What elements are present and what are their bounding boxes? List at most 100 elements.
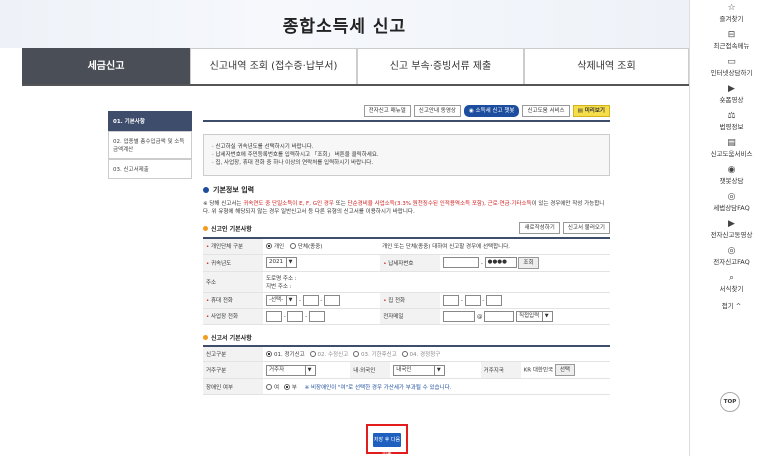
mobile-label: • 휴대 전화 [203, 292, 263, 309]
home-mid-input[interactable] [464, 294, 481, 306]
quick-item-label: 숏폼영상 [719, 96, 744, 104]
taxno-back-input[interactable]: ●●●● [484, 257, 517, 268]
type-note: 개인 또는 단체(종중) 대하여 신고할 경우에 선택합니다. [382, 244, 511, 251]
step-basic[interactable]: 01. 기본사항 [108, 111, 192, 131]
quick-item[interactable]: ☆ 즐겨찾기 [690, 0, 773, 27]
quick-item[interactable]: ▶ 숏폼영상 [690, 81, 773, 108]
biz-mid-input[interactable] [287, 310, 304, 322]
nation-select[interactable]: 내국인 ▼ [393, 364, 446, 376]
email-domain-select[interactable]: 직접입력 ▼ [515, 310, 554, 322]
chatbot-label: 소득세 신고 챗봇 [475, 108, 515, 114]
preview-label: 미리보기 [584, 108, 605, 114]
manual-button[interactable]: 전자신고 매뉴얼 [363, 105, 411, 117]
quick-item-label: 신고도움서비스 [710, 150, 753, 158]
type-label: • 개인단체 구분 [203, 238, 263, 255]
header-banner: 종합소득세 신고 [0, 0, 689, 48]
top-button[interactable]: TOP [720, 392, 740, 412]
chevron-down-icon: ▼ [305, 365, 313, 375]
filer-heading-label: 신고인 기본사항 [211, 225, 252, 233]
step-submit[interactable]: 03. 신고서제출 [108, 159, 192, 179]
kind-opt-label: 02. 수정신고 [317, 351, 349, 358]
guide-video-button[interactable]: 신고안내 동영상 [413, 105, 461, 117]
step-income[interactable]: 02. 업종별 총수입금액 및 소득금액계산 [108, 131, 192, 159]
radio-kind-amend[interactable] [309, 350, 316, 357]
filer-heading-row: 신고인 기본사항 새로작성하기 신고서 불러오기 [203, 222, 610, 234]
taxno-front-input[interactable] [443, 257, 480, 268]
quick-item[interactable]: ⌕ 서식찾기 [690, 270, 773, 297]
warn-red2: 단순경비율 사업소득(3.3% 원천징수된 인적용역소득 포함), 근로·연금·… [347, 201, 532, 207]
preview-button[interactable]: ▤ 미리보기 [572, 105, 610, 117]
biz-area-input[interactable] [266, 310, 282, 322]
quick-item[interactable]: ⊟ 최근접속메뉴 [690, 27, 773, 54]
chevron-down-icon: ▼ [434, 365, 442, 375]
email-label: 전자메일 [380, 308, 441, 325]
quick-item-label: 전자신고동영상 [710, 231, 753, 239]
warning-text: ※ 당해 신고서는 귀속연도 중 단일소득이 E, F, G인 경우 또는 단순… [203, 200, 610, 216]
main-tabs: 세금신고 신고내역 조회 (접수증·납부서) 신고 부속·증빙서류 제출 삭제내… [22, 48, 689, 86]
home-phone-cell: - - [440, 292, 610, 309]
tab-filing-history[interactable]: 신고내역 조회 (접수증·납부서) [190, 48, 357, 84]
chevron-down-icon: ▼ [286, 258, 294, 267]
chevron-down-icon: ▼ [286, 295, 294, 305]
disabled-hint: ※ 비장애인이 "여"로 선택한 경우 가산세가 부과될 수 있습니다. [304, 384, 452, 391]
chevron-down-icon: ▼ [542, 311, 550, 321]
notice-line: · 집, 사업장, 휴대 전화 중 하나 이상의 연락처를 입력하시기 바랍니다… [212, 160, 374, 166]
radio-kind-correction[interactable] [401, 350, 408, 357]
quick-item[interactable]: ▶ 전자신고동영상 [690, 216, 773, 243]
section-basic-label: 기본정보 입력 [213, 186, 255, 194]
quick-item[interactable]: 접기 ^ [690, 297, 773, 324]
radio-group[interactable] [289, 243, 296, 250]
tab-tax-filing[interactable]: 세금신고 [22, 48, 190, 84]
email-id-input[interactable] [443, 310, 476, 322]
radio-group-label: 단체(종중) [297, 244, 323, 251]
quick-item[interactable]: ⚖ 법령정보 [690, 108, 773, 135]
quick-item[interactable]: ◉ 챗봇상담 [690, 162, 773, 189]
quick-item-label: 세법상담FAQ [713, 204, 750, 212]
home-area-input[interactable] [443, 294, 460, 306]
faq2-icon: ◎ [727, 246, 736, 256]
page-root: 종합소득세 신고 세금신고 신고내역 조회 (접수증·납부서) 신고 부속·증빙… [0, 0, 773, 456]
law-icon: ⚖ [727, 111, 736, 121]
email-domain-input[interactable] [484, 310, 515, 322]
new-write-button[interactable]: 새로작성하기 [519, 222, 560, 234]
bullet-icon [203, 225, 208, 231]
quick-item-label: 법령정보 [719, 123, 744, 131]
help-service-button[interactable]: 신고도움 서비스 [522, 105, 570, 117]
bullet-icon [203, 334, 208, 340]
quick-item[interactable]: ▭ 인터넷상담하기 [690, 54, 773, 81]
quick-item-label: 챗봇상담 [719, 177, 744, 185]
tab-attachments[interactable]: 신고 부속·증빙서류 제출 [357, 48, 524, 84]
address-road: 도로명 주소 : [266, 275, 297, 282]
notice-line: · 납세자번호에 주민등록번호를 입력하시고 「조회」 버튼을 클릭하세요. [212, 152, 379, 158]
mobile-mid-input[interactable] [302, 294, 319, 306]
radio-disabled-yes[interactable] [266, 383, 272, 390]
mobile-cell: -선택- ▼ - - [263, 292, 381, 309]
resident-select[interactable]: 거주자 ▼ [266, 364, 316, 376]
tab-deleted-history[interactable]: 삭제내역 조회 [524, 48, 689, 84]
video2-icon: ▶ [728, 219, 735, 229]
save-next-button[interactable]: 저장 후 다음이동 [373, 433, 401, 456]
radio-disabled-no[interactable] [283, 383, 290, 390]
quick-item[interactable]: ▤ 신고도움서비스 [690, 135, 773, 162]
email-at: @ [476, 313, 483, 320]
chatbot-button[interactable]: ◉ 소득세 신고 챗봇 [463, 105, 520, 117]
quick-item[interactable]: ◎ 전자신고FAQ [690, 243, 773, 270]
quick-item-label: 서식찾기 [719, 285, 744, 293]
radio-individual[interactable] [266, 243, 272, 250]
mobile-last-input[interactable] [324, 294, 341, 306]
lookup-button[interactable]: 조회 [518, 256, 539, 269]
year-select[interactable]: 2021 ▼ [266, 257, 297, 268]
country-name: 대한민국 [532, 367, 554, 374]
search-icon: ⌕ [728, 273, 735, 283]
radio-kind-late[interactable] [353, 350, 359, 357]
home-phone-label: • 집 전화 [380, 292, 441, 309]
home-last-input[interactable] [486, 294, 503, 306]
country-select-button[interactable]: 선택 [554, 364, 575, 376]
biz-last-input[interactable] [308, 310, 325, 322]
address-lot: 지번 주소 : [266, 283, 292, 290]
load-report-button[interactable]: 신고서 불러오기 [562, 222, 610, 234]
quick-item[interactable]: ◎ 세법상담FAQ [690, 189, 773, 216]
disabled-yes-label: 여 [274, 384, 280, 391]
radio-kind-regular[interactable] [266, 350, 272, 357]
mobile-prefix-select[interactable]: -선택- ▼ [266, 294, 298, 306]
